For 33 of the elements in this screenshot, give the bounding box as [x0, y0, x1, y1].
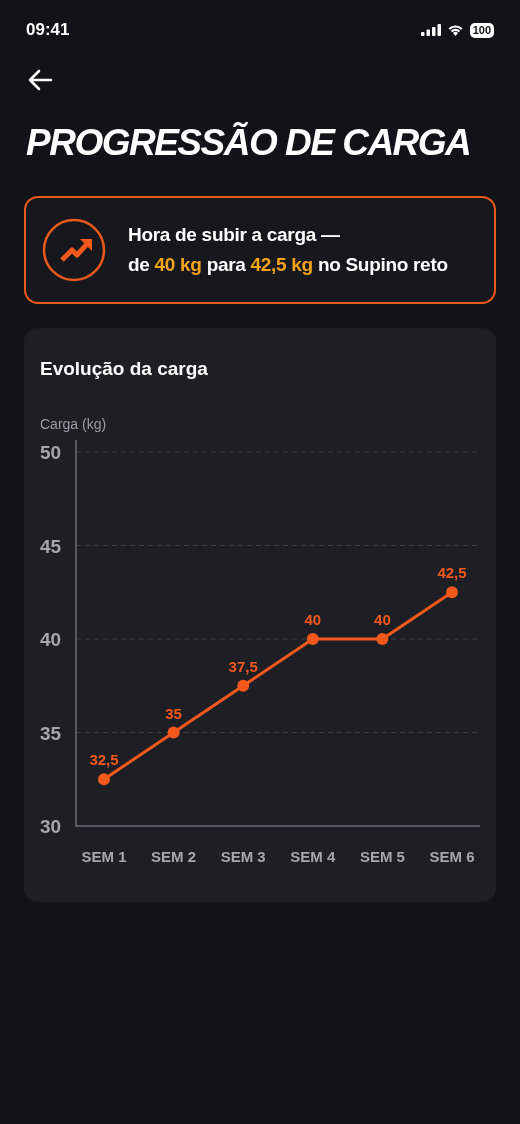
- y-tick-label: 40: [40, 629, 62, 650]
- data-label: 40: [374, 611, 391, 628]
- data-label: 37,5: [228, 657, 258, 675]
- alert-text: de 40 kg para 42,5 kg no Supino reto: [128, 254, 448, 276]
- trending-up-icon: [42, 218, 106, 282]
- data-label: 42,5: [437, 564, 467, 582]
- wifi-icon: [446, 24, 464, 36]
- battery-indicator: 100: [469, 22, 494, 38]
- y-tick-label: 45: [40, 535, 62, 557]
- signal-icon: [420, 24, 441, 36]
- chart-title: Evolução da carga: [40, 358, 209, 380]
- status-time: 09:41: [26, 20, 70, 40]
- data-point: [446, 586, 458, 599]
- data-point: [376, 633, 389, 645]
- data-label: 40: [304, 611, 322, 628]
- x-tick-label: SEM 4: [290, 848, 336, 865]
- data-point: [98, 773, 110, 786]
- y-axis-label: Carga (kg): [40, 416, 107, 432]
- alert-text: Hora de subir a carga —: [128, 224, 341, 246]
- x-tick-label: SEM 3: [220, 848, 266, 865]
- page-title: PROGRESSÃO DE CARGA: [26, 122, 472, 164]
- x-tick-label: SEM 1: [81, 848, 127, 865]
- data-point: [167, 726, 180, 739]
- data-label: 35: [165, 704, 182, 722]
- data-point: [237, 679, 250, 692]
- y-tick-label: 30: [40, 816, 62, 837]
- data-label: 32,5: [89, 751, 119, 769]
- x-tick-label: SEM 5: [359, 848, 405, 865]
- x-tick-label: SEM 2: [151, 848, 197, 865]
- x-tick-label: SEM 6: [429, 848, 475, 865]
- data-point: [306, 633, 319, 645]
- y-tick-label: 35: [40, 722, 62, 744]
- y-tick-label: 50: [40, 442, 62, 463]
